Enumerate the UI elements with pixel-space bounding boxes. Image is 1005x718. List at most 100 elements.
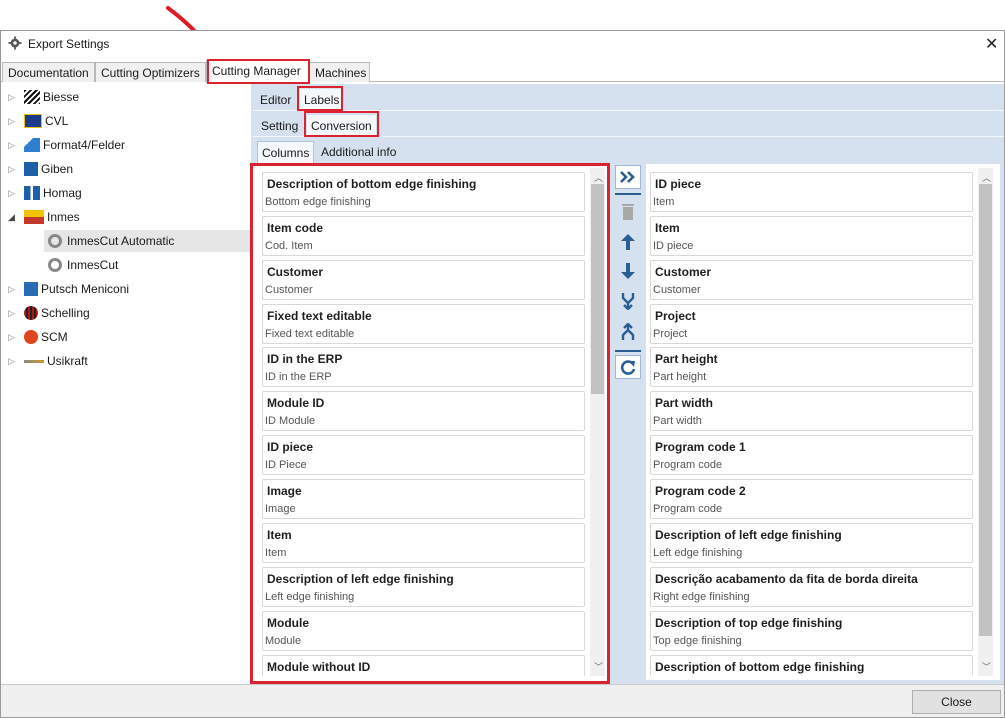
item-title: Descrição acabamento da fita de borda di… <box>655 572 918 586</box>
tab-cutting-manager[interactable]: Cutting Manager <box>206 60 309 83</box>
subtab-editor[interactable]: Editor <box>256 89 295 111</box>
tree-item-usikraft[interactable]: ▷ Usikraft <box>8 350 88 372</box>
item-title: Item <box>267 528 292 542</box>
item-title: Part height <box>655 352 718 366</box>
item-subtitle: Right edge finishing <box>653 591 750 603</box>
tree-item-inmes[interactable]: ◢ Inmes <box>8 206 80 228</box>
item-subtitle: ID piece <box>653 240 694 252</box>
cvl-logo-icon <box>24 114 42 128</box>
list-item[interactable]: Description of bottom edge finishing Bott… <box>262 172 585 212</box>
tree-item-homag[interactable]: ▷ Homag <box>8 182 82 204</box>
subtab-setting[interactable]: Setting <box>257 115 302 137</box>
format4-logo-icon <box>24 138 40 152</box>
expand-icon[interactable]: ▷ <box>8 188 16 199</box>
selected-scrollbar-thumb[interactable] <box>979 184 992 636</box>
item-subtitle: Program code <box>653 459 723 471</box>
double-chevron-right-icon[interactable] <box>615 165 641 189</box>
list-item[interactable]: Fixed text editable Fixed text editable <box>262 304 585 344</box>
list-item[interactable]: Description of bottom edge finishing <box>650 655 973 676</box>
merge-icon[interactable] <box>615 289 641 313</box>
tab-cutting-optimizers[interactable]: Cutting Optimizers <box>95 62 206 82</box>
list-item[interactable]: Customer Customer <box>650 260 973 300</box>
list-item[interactable]: Part width Part width <box>650 391 973 431</box>
tree-item-format4-felder[interactable]: ▷ Format4/Felder <box>8 134 125 156</box>
scroll-up-icon[interactable]: ︿ <box>982 171 991 184</box>
list-item[interactable]: Image Image <box>262 479 585 519</box>
scroll-up-icon[interactable]: ︿ <box>594 171 603 184</box>
list-item[interactable]: Customer Customer <box>262 260 585 300</box>
list-item[interactable]: Project Project <box>650 304 973 344</box>
list-item[interactable]: Item Item <box>262 523 585 563</box>
tree-item-scm[interactable]: ▷ SCM <box>8 326 68 348</box>
title-bar <box>1 31 1004 59</box>
list-item[interactable]: Item code Cod. Item <box>262 216 585 256</box>
list-item[interactable]: Descrição acabamento da fita de borda di… <box>650 567 973 607</box>
list-item[interactable]: Program code 1 Program code <box>650 435 973 475</box>
split-icon[interactable] <box>615 320 641 344</box>
expand-icon[interactable]: ▷ <box>8 308 16 319</box>
item-subtitle: ID in the ERP <box>265 371 332 383</box>
tab-machines[interactable]: Machines <box>309 62 370 82</box>
expand-icon[interactable]: ▷ <box>8 92 16 103</box>
list-item[interactable]: Module ID ID Module <box>262 391 585 431</box>
close-icon[interactable]: ✕ <box>985 34 998 54</box>
expand-icon[interactable]: ▷ <box>8 140 16 151</box>
list-item[interactable]: Description of left edge finishing Left e… <box>262 567 585 607</box>
arrow-down-icon[interactable] <box>615 259 641 283</box>
item-subtitle: Left edge finishing <box>265 591 355 603</box>
window-title: Export Settings <box>28 37 110 51</box>
scroll-down-icon[interactable]: ﹀ <box>594 660 603 673</box>
scm-logo-icon <box>24 330 38 344</box>
item-title: Description of left edge finishing <box>267 572 454 586</box>
item-title: Fixed text editable <box>267 309 372 323</box>
list-item[interactable]: Description of left edge finishing Left e… <box>650 523 973 563</box>
expand-icon[interactable]: ▷ <box>8 356 16 367</box>
item-title: Item <box>655 221 680 235</box>
tree-item-putsch-meniconi[interactable]: ▷ Putsch Meniconi <box>8 278 129 300</box>
tree-item-label: Format4/Felder <box>43 138 126 152</box>
available-scrollbar-thumb[interactable] <box>591 184 604 394</box>
collapse-icon[interactable]: ◢ <box>8 212 16 223</box>
expand-icon[interactable]: ▷ <box>8 116 16 127</box>
refresh-icon[interactable] <box>615 355 641 379</box>
list-item[interactable]: Part height Part height <box>650 347 973 387</box>
divider <box>615 193 641 195</box>
scroll-down-icon[interactable]: ﹀ <box>982 660 991 673</box>
arrow-up-icon[interactable] <box>615 230 641 254</box>
list-item[interactable]: Module without ID <box>262 655 585 676</box>
biesse-logo-icon <box>24 90 40 104</box>
list-item[interactable]: ID in the ERP ID in the ERP <box>262 347 585 387</box>
subtab-labels[interactable]: Labels <box>300 89 344 111</box>
gear-icon <box>48 234 62 248</box>
item-subtitle: Part width <box>653 415 702 427</box>
subtab-conversion[interactable]: Conversion <box>307 115 376 137</box>
subtab-additional-info[interactable]: Additional info <box>317 141 400 163</box>
list-item[interactable]: Description of top edge finishing Top edg… <box>650 611 973 651</box>
subtab-columns[interactable]: Columns <box>257 141 315 164</box>
expand-icon[interactable]: ▷ <box>8 164 16 175</box>
list-item[interactable]: Item ID piece <box>650 216 973 256</box>
tree-item-biesse[interactable]: ▷ Biesse <box>8 86 79 108</box>
tree-item-schelling[interactable]: ▷ Schelling <box>8 302 90 324</box>
gear-icon <box>8 36 22 50</box>
tree-item-inmescut[interactable]: InmesCut <box>44 254 118 276</box>
expand-icon[interactable]: ▷ <box>8 284 16 295</box>
item-title: Project <box>655 309 696 323</box>
item-title: ID in the ERP <box>267 352 343 366</box>
item-subtitle: Top edge finishing <box>653 635 742 647</box>
item-subtitle: Customer <box>653 284 701 296</box>
tree-item-cvl[interactable]: ▷ CVL <box>8 110 68 132</box>
list-item[interactable]: ID piece Item <box>650 172 973 212</box>
list-item[interactable]: Module Module <box>262 611 585 651</box>
tree-item-label: InmesCut Automatic <box>67 234 175 248</box>
trash-icon[interactable] <box>615 200 641 224</box>
item-subtitle: Item <box>265 547 287 559</box>
item-title: Description of bottom edge finishing <box>267 177 477 191</box>
list-item[interactable]: ID piece ID Piece <box>262 435 585 475</box>
close-button[interactable]: Close <box>912 690 1001 714</box>
list-item[interactable]: Program code 2 Program code <box>650 479 973 519</box>
tab-documentation[interactable]: Documentation <box>2 62 95 82</box>
tree-item-giben[interactable]: ▷ Giben <box>8 158 73 180</box>
tree-item-inmescut-automatic[interactable]: InmesCut Automatic <box>44 230 250 252</box>
expand-icon[interactable]: ▷ <box>8 332 16 343</box>
